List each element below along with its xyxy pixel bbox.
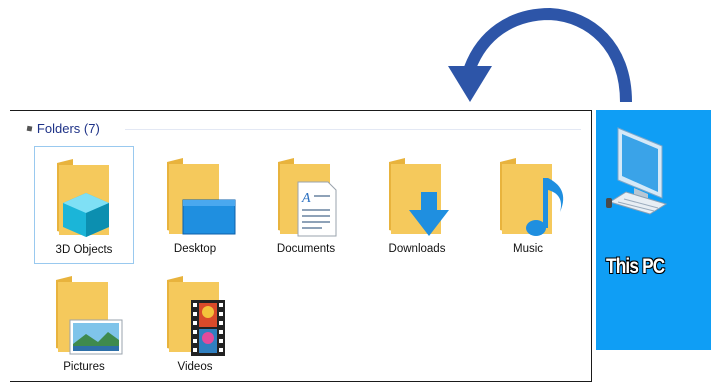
- svg-text:A: A: [301, 191, 311, 206]
- annotation-area: [0, 0, 711, 110]
- pictures-icon: [56, 276, 123, 355]
- videos-icon: [167, 276, 225, 356]
- folder-label: Music: [512, 243, 544, 255]
- folder-label: 3D Objects: [55, 244, 113, 256]
- folder-label: Desktop: [173, 243, 217, 255]
- documents-icon: A: [278, 158, 337, 237]
- this-pc-label: This PC: [606, 255, 665, 278]
- folders-group-header[interactable]: ◆ Folders (7): [23, 121, 100, 136]
- folder-label: Documents: [276, 243, 336, 255]
- file-explorer-pane: ◆ Folders (7) 3D Objects Desktop A Docum…: [10, 110, 592, 382]
- folder-videos[interactable]: Videos: [145, 264, 245, 382]
- group-divider: [125, 129, 581, 130]
- folder-music[interactable]: Music: [478, 146, 578, 264]
- desktop-this-pc[interactable]: This PC: [596, 110, 711, 350]
- folder-documents[interactable]: A Documents: [256, 146, 356, 264]
- folder-label: Videos: [177, 361, 213, 373]
- folder-pictures[interactable]: Pictures: [34, 264, 134, 382]
- desktop-icon: [167, 158, 236, 235]
- folder-desktop[interactable]: Desktop: [145, 146, 245, 264]
- folder-downloads[interactable]: Downloads: [367, 146, 467, 264]
- folder-label: Downloads: [388, 243, 446, 255]
- 3d-objects-icon: [57, 159, 109, 237]
- folder-label: Pictures: [63, 361, 105, 373]
- collapse-chevron-icon[interactable]: ◆: [23, 122, 35, 135]
- music-icon: [500, 158, 564, 236]
- folder-3d-objects[interactable]: 3D Objects: [34, 146, 134, 264]
- downloads-icon: [389, 158, 449, 236]
- curved-arrow-icon: [448, 7, 632, 103]
- folders-group-title: Folders (7): [36, 121, 100, 136]
- computer-icon: [606, 127, 668, 215]
